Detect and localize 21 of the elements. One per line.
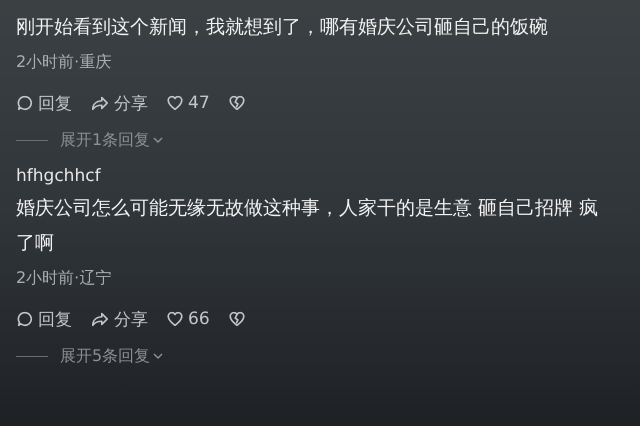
like-button[interactable]: 66 xyxy=(166,309,210,329)
expand-replies-button[interactable]: 展开5条回复 xyxy=(60,346,164,366)
reply-button[interactable]: 回复 xyxy=(16,92,72,114)
share-icon xyxy=(90,94,110,112)
share-button[interactable]: 分享 xyxy=(90,92,148,114)
heart-icon xyxy=(166,94,184,112)
comment-meta: 2小时前·辽宁 xyxy=(16,267,112,289)
comment-meta: 2小时前·重庆 xyxy=(16,51,112,73)
share-button[interactable]: 分享 xyxy=(90,308,148,330)
comment-icon xyxy=(16,310,34,328)
username[interactable]: hfhgchhcf xyxy=(16,161,640,191)
broken-heart-icon[interactable] xyxy=(228,310,246,328)
comment-text: 刚开始看到这个新闻，我就想到了，哪有婚庆公司砸自己的饭碗 xyxy=(16,15,549,40)
heart-icon xyxy=(166,310,184,328)
expand-replies-button[interactable]: 展开1条回复 xyxy=(60,130,164,150)
like-button[interactable]: 47 xyxy=(166,93,210,113)
share-icon xyxy=(90,310,110,328)
comment-text: 婚庆公司怎么可能无缘无故做这种事，人家干的是生意 砸自己招牌 疯了啊 xyxy=(16,196,600,256)
reply-button[interactable]: 回复 xyxy=(16,308,72,330)
broken-heart-icon[interactable] xyxy=(228,94,246,112)
comment-icon xyxy=(16,94,34,112)
